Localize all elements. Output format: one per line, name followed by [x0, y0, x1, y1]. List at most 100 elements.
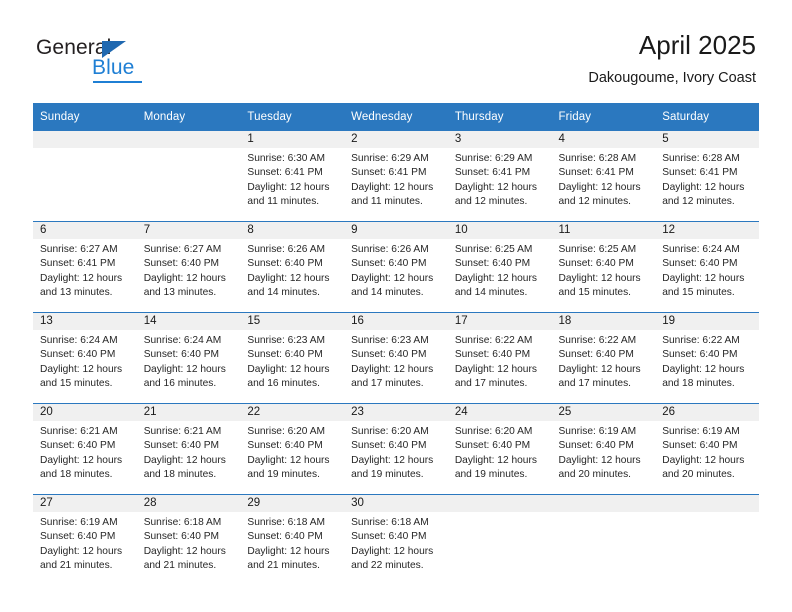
calendar-body: 1 Sunrise: 6:30 AM Sunset: 6:41 PM Daylight… [33, 131, 759, 585]
calendar-day[interactable]: 10 Sunrise: 6:25 AM Sunset: 6:40 PM Dayligh… [447, 222, 552, 312]
calendar-day[interactable]: 4 Sunrise: 6:28 AM Sunset: 6:41 PM Daylight… [551, 131, 656, 221]
daylight-text-line1: Daylight: 12 hours [40, 272, 123, 284]
calendar-day[interactable]: 21 Sunrise: 6:21 AM Sunset: 6:40 PM Dayligh… [136, 404, 241, 494]
day-number: 30 [344, 495, 448, 512]
calendar-cell: 13 Sunrise: 6:24 AM Sunset: 6:40 PM Dayligh… [33, 312, 137, 404]
day-details: Sunrise: 6:22 AM Sunset: 6:40 PM Daylight:… [552, 330, 656, 391]
calendar-day[interactable]: 9 Sunrise: 6:26 AM Sunset: 6:40 PM Daylight… [344, 222, 448, 312]
day-number: 18 [551, 313, 656, 330]
calendar-day[interactable]: 11 Sunrise: 6:25 AM Sunset: 6:40 PM Dayligh… [551, 222, 656, 312]
calendar-day[interactable]: 27 Sunrise: 6:19 AM Sunset: 6:40 PM Dayligh… [33, 495, 137, 585]
calendar-cell: 6 Sunrise: 6:27 AM Sunset: 6:41 PM Daylight… [33, 221, 137, 313]
calendar-day[interactable]: 20 Sunrise: 6:21 AM Sunset: 6:40 PM Dayligh… [33, 404, 137, 494]
calendar-day[interactable]: 7 Sunrise: 6:27 AM Sunset: 6:40 PM Daylight… [136, 222, 241, 312]
calendar-cell: 17 Sunrise: 6:22 AM Sunset: 6:40 PM Dayligh… [447, 312, 552, 404]
sunrise-text: Sunrise: 6:23 AM [351, 335, 429, 346]
daylight-text-line1: Daylight: 12 hours [662, 363, 745, 375]
calendar-cell: 4 Sunrise: 6:28 AM Sunset: 6:41 PM Daylight… [551, 131, 656, 222]
day-details: Sunrise: 6:18 AM Sunset: 6:40 PM Daylight:… [240, 512, 344, 573]
calendar-cell: 1 Sunrise: 6:30 AM Sunset: 6:41 PM Daylight… [240, 131, 345, 222]
sunrise-text: Sunrise: 6:29 AM [454, 153, 533, 164]
sunrise-text: Sunrise: 6:24 AM [662, 244, 740, 255]
day-number [551, 495, 656, 512]
general-blue-logo[interactable]: General Blue [36, 36, 266, 86]
calendar-cell: 20 Sunrise: 6:21 AM Sunset: 6:40 PM Dayligh… [33, 403, 137, 495]
sunset-text: Sunset: 6:40 PM [558, 258, 634, 270]
calendar-day[interactable]: 24 Sunrise: 6:20 AM Sunset: 6:40 PM Dayligh… [447, 404, 552, 494]
calendar-cell: 16 Sunrise: 6:23 AM Sunset: 6:40 PM Dayligh… [344, 312, 448, 404]
calendar-day[interactable]: 25 Sunrise: 6:19 AM Sunset: 6:40 PM Dayligh… [551, 404, 656, 494]
sunset-text: Sunset: 6:40 PM [454, 258, 531, 270]
daylight-text-line1: Daylight: 12 hours [558, 454, 641, 466]
daylight-text-line1: Daylight: 12 hours [662, 272, 745, 284]
sunrise-text: Sunrise: 6:21 AM [143, 426, 222, 437]
daylight-text-line2: and 13 minutes. [40, 286, 113, 298]
calendar-day[interactable]: 6 Sunrise: 6:27 AM Sunset: 6:41 PM Daylight… [33, 222, 137, 312]
day-number: 22 [240, 404, 345, 421]
calendar-day[interactable]: 26 Sunrise: 6:19 AM Sunset: 6:40 PM Dayligh… [655, 404, 759, 494]
daylight-text-line1: Daylight: 12 hours [247, 272, 330, 284]
sunrise-text: Sunrise: 6:30 AM [247, 153, 325, 164]
calendar-day[interactable]: 2 Sunrise: 6:29 AM Sunset: 6:41 PM Daylight… [344, 131, 448, 221]
day-number: 11 [551, 222, 656, 239]
daylight-text-line2: and 12 minutes. [454, 195, 528, 207]
title-block: April 2025 Dakougoume, Ivory Coast [588, 30, 756, 88]
day-number: 15 [240, 313, 345, 330]
daylight-text-line1: Daylight: 12 hours [351, 363, 434, 375]
daylight-text-line2: and 22 minutes. [351, 559, 424, 571]
calendar-cell [33, 131, 137, 222]
sunrise-text: Sunrise: 6:18 AM [247, 517, 325, 528]
daylight-text-line2: and 14 minutes. [247, 286, 320, 298]
calendar-day[interactable]: 3 Sunrise: 6:29 AM Sunset: 6:41 PM Daylight… [447, 131, 552, 221]
calendar-day[interactable]: 5 Sunrise: 6:28 AM Sunset: 6:41 PM Daylight… [655, 131, 759, 221]
daylight-text-line1: Daylight: 12 hours [40, 454, 123, 466]
calendar-day[interactable]: 23 Sunrise: 6:20 AM Sunset: 6:40 PM Dayligh… [344, 404, 448, 494]
calendar-cell: 28 Sunrise: 6:18 AM Sunset: 6:40 PM Dayligh… [136, 494, 241, 585]
calendar-day[interactable]: 12 Sunrise: 6:24 AM Sunset: 6:40 PM Dayligh… [655, 222, 759, 312]
calendar-day[interactable]: 16 Sunrise: 6:23 AM Sunset: 6:40 PM Dayligh… [344, 313, 448, 403]
calendar-cell: 21 Sunrise: 6:21 AM Sunset: 6:40 PM Dayligh… [136, 403, 241, 495]
calendar-day[interactable]: 22 Sunrise: 6:20 AM Sunset: 6:40 PM Dayligh… [240, 404, 345, 494]
calendar-day[interactable]: 19 Sunrise: 6:22 AM Sunset: 6:40 PM Dayligh… [655, 313, 759, 403]
day-number: 21 [136, 404, 241, 421]
day-number [136, 131, 241, 148]
calendar-day[interactable]: 30 Sunrise: 6:18 AM Sunset: 6:40 PM Dayligh… [344, 495, 448, 585]
day-number: 9 [344, 222, 448, 239]
calendar-week-row: 20 Sunrise: 6:21 AM Sunset: 6:40 PM Dayligh… [33, 403, 759, 495]
calendar-cell: 23 Sunrise: 6:20 AM Sunset: 6:40 PM Dayligh… [344, 403, 448, 495]
calendar-cell [655, 494, 759, 585]
page-header: General Blue April 2025 Dakougoume, Ivor… [0, 0, 792, 100]
sunrise-text: Sunrise: 6:27 AM [143, 244, 222, 255]
calendar-cell: 7 Sunrise: 6:27 AM Sunset: 6:40 PM Daylight… [136, 221, 241, 313]
daylight-text-line2: and 15 minutes. [662, 286, 735, 298]
calendar-day[interactable]: 1 Sunrise: 6:30 AM Sunset: 6:41 PM Daylight… [240, 131, 345, 221]
sunrise-text: Sunrise: 6:25 AM [558, 244, 637, 255]
calendar-day[interactable]: 15 Sunrise: 6:23 AM Sunset: 6:40 PM Dayligh… [240, 313, 345, 403]
day-number [447, 495, 552, 512]
calendar-day[interactable]: 13 Sunrise: 6:24 AM Sunset: 6:40 PM Dayligh… [33, 313, 137, 403]
calendar-day[interactable]: 8 Sunrise: 6:26 AM Sunset: 6:40 PM Daylight… [240, 222, 345, 312]
daylight-text-line1: Daylight: 12 hours [351, 454, 434, 466]
daylight-text-line1: Daylight: 12 hours [143, 363, 226, 375]
day-number: 2 [344, 131, 448, 148]
calendar-cell: 19 Sunrise: 6:22 AM Sunset: 6:40 PM Dayligh… [655, 312, 759, 404]
daylight-text-line1: Daylight: 12 hours [558, 363, 641, 375]
calendar-day[interactable]: 29 Sunrise: 6:18 AM Sunset: 6:40 PM Dayligh… [240, 495, 345, 585]
calendar-day[interactable]: 18 Sunrise: 6:22 AM Sunset: 6:40 PM Dayligh… [551, 313, 656, 403]
sunset-text: Sunset: 6:40 PM [143, 349, 220, 361]
calendar-day[interactable]: 28 Sunrise: 6:18 AM Sunset: 6:40 PM Dayligh… [136, 495, 241, 585]
calendar-cell: 10 Sunrise: 6:25 AM Sunset: 6:40 PM Dayligh… [447, 221, 552, 313]
daylight-text-line2: and 17 minutes. [558, 377, 632, 389]
calendar-day[interactable]: 14 Sunrise: 6:24 AM Sunset: 6:40 PM Dayligh… [136, 313, 241, 403]
weekday-header-monday: Monday [136, 103, 241, 131]
sunset-text: Sunset: 6:40 PM [662, 258, 738, 270]
calendar-day[interactable]: 17 Sunrise: 6:22 AM Sunset: 6:40 PM Dayligh… [447, 313, 552, 403]
day-number: 7 [136, 222, 241, 239]
sunset-text: Sunset: 6:40 PM [247, 258, 323, 270]
calendar-cell: 30 Sunrise: 6:18 AM Sunset: 6:40 PM Dayligh… [344, 494, 448, 585]
daylight-text-line1: Daylight: 12 hours [351, 181, 434, 193]
day-details: Sunrise: 6:19 AM Sunset: 6:40 PM Daylight:… [655, 421, 759, 482]
calendar-cell: 22 Sunrise: 6:20 AM Sunset: 6:40 PM Dayligh… [240, 403, 345, 495]
calendar-cell: 15 Sunrise: 6:23 AM Sunset: 6:40 PM Dayligh… [240, 312, 345, 404]
day-details: Sunrise: 6:28 AM Sunset: 6:41 PM Daylight:… [552, 148, 656, 209]
